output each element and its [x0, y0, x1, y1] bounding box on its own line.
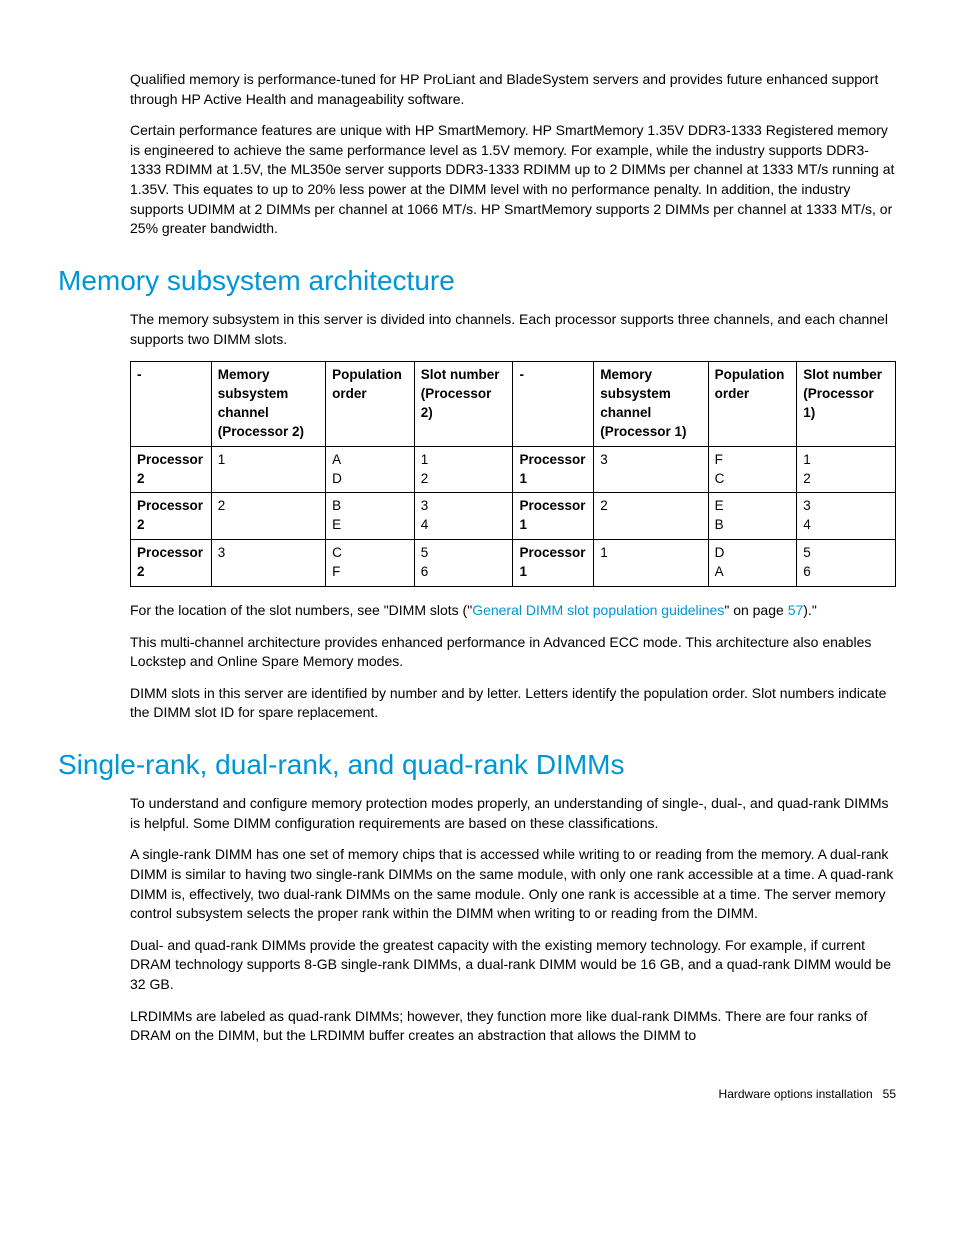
- table-cell: Processor 2: [131, 493, 212, 540]
- section1-paragraph-4: DIMM slots in this server are identified…: [130, 684, 896, 723]
- table-cell: 1: [594, 540, 708, 587]
- section2-paragraph-4: LRDIMMs are labeled as quad-rank DIMMs; …: [130, 1007, 896, 1046]
- table-cell: Processor 1: [513, 493, 594, 540]
- table-header: Memory subsystem channel (Processor 2): [211, 362, 325, 447]
- text: ).": [803, 602, 817, 618]
- table-header: Slot number (Processor 1): [797, 362, 896, 447]
- section2-paragraph-2: A single-rank DIMM has one set of memory…: [130, 845, 896, 923]
- table-cell: 1: [211, 446, 325, 493]
- table-header: -: [513, 362, 594, 447]
- table-cell: Processor 2: [131, 446, 212, 493]
- table-header: Memory subsystem channel (Processor 1): [594, 362, 708, 447]
- table-cell: 2: [211, 493, 325, 540]
- table-cell: 56: [414, 540, 513, 587]
- table-cell: 34: [797, 493, 896, 540]
- intro-paragraph-1: Qualified memory is performance-tuned fo…: [130, 70, 896, 109]
- table-cell: AD: [326, 446, 415, 493]
- link-page-ref[interactable]: 57: [788, 602, 804, 618]
- table-cell: 3: [211, 540, 325, 587]
- table-row: Processor 22BE34Processor 12EB34: [131, 493, 896, 540]
- table-cell: 34: [414, 493, 513, 540]
- footer-section: Hardware options installation: [719, 1087, 873, 1101]
- table-header: Population order: [708, 362, 797, 447]
- section2-paragraph-1: To understand and configure memory prote…: [130, 794, 896, 833]
- memory-channel-table: -Memory subsystem channel (Processor 2)P…: [130, 361, 896, 587]
- table-cell: Processor 2: [131, 540, 212, 587]
- table-header: Population order: [326, 362, 415, 447]
- section1-paragraph-3: This multi-channel architecture provides…: [130, 633, 896, 672]
- table-cell: 2: [594, 493, 708, 540]
- table-cell: 3: [594, 446, 708, 493]
- intro-paragraph-2: Certain performance features are unique …: [130, 121, 896, 239]
- table-cell: EB: [708, 493, 797, 540]
- heading-dimm-ranks: Single-rank, dual-rank, and quad-rank DI…: [58, 745, 896, 784]
- table-cell: 12: [414, 446, 513, 493]
- table-header: Slot number (Processor 2): [414, 362, 513, 447]
- table-cell: FC: [708, 446, 797, 493]
- text: " on page: [724, 602, 787, 618]
- table-cell: 12: [797, 446, 896, 493]
- table-cell: DA: [708, 540, 797, 587]
- table-cell: Processor 1: [513, 540, 594, 587]
- table-cell: BE: [326, 493, 415, 540]
- table-row: Processor 21AD12Processor 13FC12: [131, 446, 896, 493]
- section1-paragraph-2: For the location of the slot numbers, se…: [130, 601, 896, 621]
- page-footer: Hardware options installation 55: [58, 1086, 896, 1103]
- text: For the location of the slot numbers, se…: [130, 602, 472, 618]
- heading-memory-subsystem: Memory subsystem architecture: [58, 261, 896, 300]
- section1-paragraph-1: The memory subsystem in this server is d…: [130, 310, 896, 349]
- table-header: -: [131, 362, 212, 447]
- table-row: Processor 23CF56Processor 11DA56: [131, 540, 896, 587]
- link-dimm-guidelines[interactable]: General DIMM slot population guidelines: [472, 602, 724, 618]
- table-cell: Processor 1: [513, 446, 594, 493]
- table-cell: 56: [797, 540, 896, 587]
- table-cell: CF: [326, 540, 415, 587]
- footer-page-number: 55: [883, 1087, 896, 1101]
- section2-paragraph-3: Dual- and quad-rank DIMMs provide the gr…: [130, 936, 896, 995]
